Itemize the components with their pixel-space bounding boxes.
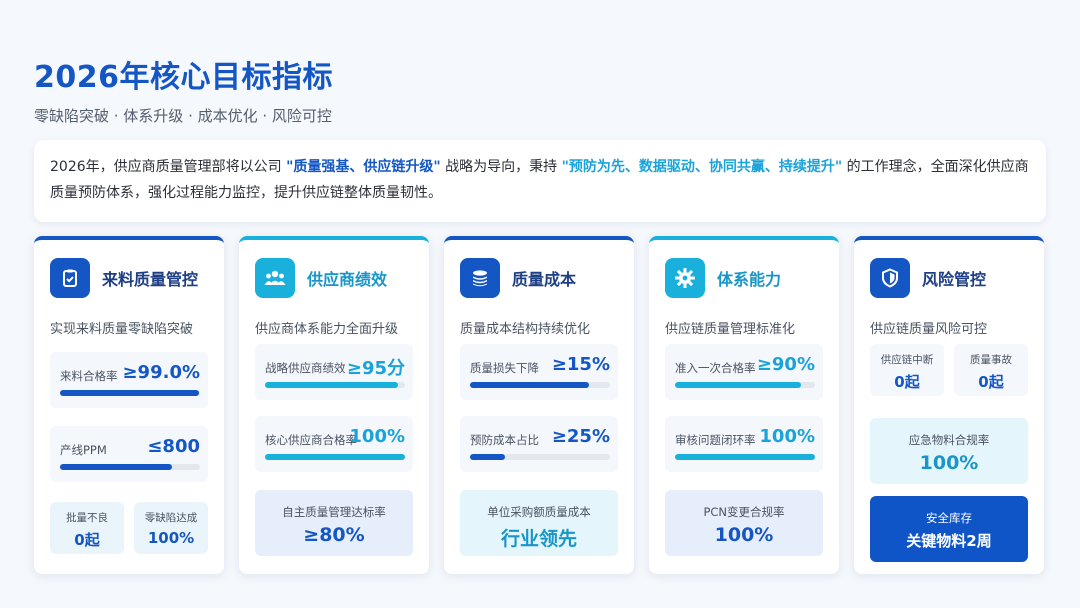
card-header: 来料质量管控: [50, 258, 198, 298]
card-header: 体系能力: [665, 258, 781, 298]
clipboard-check-icon: [50, 258, 90, 298]
metric-row: 质量损失下降 ≥15%: [460, 344, 618, 400]
highlight-box: 自主质量管理达标率 ≥80%: [255, 490, 413, 556]
coins-icon: [460, 258, 500, 298]
metric-row: 战略供应商绩效 ≥95分: [255, 344, 413, 400]
progress-track: [470, 454, 610, 460]
card-risk-control: 风险管控 供应链质量风险可控 供应链中断 0起 质量事故 0起 应急物料合规率 …: [854, 236, 1044, 574]
metric-row: 来料合格率 ≥99.0%: [50, 352, 208, 408]
mini-stat-label: 零缺陷达成: [144, 512, 198, 524]
highlight-value: ≥80%: [303, 524, 365, 546]
safety-stock-box: 安全库存 关键物料2周: [870, 496, 1028, 562]
highlight-value: 100%: [714, 524, 774, 546]
metric-row: 核心供应商合格率 100%: [255, 416, 413, 472]
progress-track: [675, 454, 815, 460]
card-header: 质量成本: [460, 258, 576, 298]
metric-value: ≥95分: [346, 358, 405, 379]
card-desc: 供应商体系能力全面升级: [255, 322, 399, 337]
progress-track: [265, 382, 405, 388]
progress-fill: [265, 454, 405, 460]
metric-label: 产线PPM: [60, 443, 107, 457]
intro-text: 战略为导向，秉持: [440, 159, 562, 175]
card-desc: 供应链质量管理标准化: [665, 322, 796, 337]
metric-label: 预防成本占比: [470, 433, 539, 447]
progress-track: [60, 390, 200, 396]
metric-value: 100%: [349, 426, 405, 447]
progress-fill: [675, 454, 815, 460]
card-desc: 实现来料质量零缺陷突破: [50, 322, 194, 337]
card-desc: 供应链质量风险可控: [870, 322, 988, 337]
progress-fill: [470, 454, 505, 460]
card-title: 体系能力: [717, 270, 782, 289]
page-title: 2026年核心目标指标: [34, 60, 333, 95]
metric-row: 产线PPM ≤800: [50, 426, 208, 482]
highlight-box: PCN变更合规率 100%: [665, 490, 823, 556]
progress-track: [675, 382, 815, 388]
highlight-label: 应急物料合规率: [908, 433, 990, 447]
progress-fill: [60, 464, 172, 470]
highlight-label: 单位采购额质量成本: [487, 505, 591, 519]
highlight-box: 应急物料合规率 100%: [870, 418, 1028, 484]
card-system-capability: 体系能力 供应链质量管理标准化 准入一次合格率 ≥90% 审核问题闭环率 100…: [649, 236, 839, 574]
metric-row: 预防成本占比 ≥25%: [460, 416, 618, 472]
card-title: 质量成本: [512, 270, 577, 289]
metric-label: 来料合格率: [60, 369, 118, 383]
highlight-label: 自主质量管理达标率: [282, 505, 386, 519]
highlight-value: 行业领先: [500, 528, 577, 550]
progress-track: [470, 382, 610, 388]
mini-stat-label: 供应链中断: [880, 354, 934, 366]
highlight-box: 单位采购额质量成本 行业领先: [460, 490, 618, 556]
intro-panel: 2026年，供应商质量管理部将以公司 "质量强基、供应链升级" 战略为导向，秉持…: [34, 140, 1046, 222]
mini-stat: 零缺陷达成 100%: [134, 502, 208, 554]
mini-stat-label: 批量不良: [66, 512, 108, 524]
card-header: 风险管控: [870, 258, 986, 298]
gear-icon: [665, 258, 705, 298]
mini-stat-label: 质量事故: [970, 354, 1012, 366]
progress-track: [265, 454, 405, 460]
intro-highlight-philosophy: "预防为先、数据驱动、协同共赢、持续提升": [561, 159, 843, 175]
highlight-value: 100%: [919, 452, 979, 474]
metric-value: ≥25%: [551, 426, 610, 447]
card-quality-cost: 质量成本 质量成本结构持续优化 质量损失下降 ≥15% 预防成本占比 ≥25% …: [444, 236, 634, 574]
card-title: 供应商绩效: [307, 270, 388, 289]
metric-label: 核心供应商合格率: [265, 433, 357, 447]
highlight-value: 关键物料2周: [906, 532, 992, 550]
users-icon: [255, 258, 295, 298]
highlight-label: 安全库存: [926, 511, 972, 525]
shield-icon: [870, 258, 910, 298]
metric-value: ≥90%: [756, 354, 815, 375]
mini-stat-value: 0起: [74, 531, 100, 549]
metric-value: 100%: [759, 426, 815, 447]
mini-stat-value: 0起: [894, 373, 920, 391]
page-subtitle: 零缺陷突破 · 体系升级 · 成本优化 · 风险可控: [34, 107, 332, 125]
metric-label: 战略供应商绩效: [265, 361, 346, 375]
progress-fill: [675, 382, 801, 388]
mini-stat: 供应链中断 0起: [870, 344, 944, 396]
metric-value: ≤800: [147, 436, 200, 457]
metric-row: 审核问题闭环率 100%: [665, 416, 823, 472]
intro-text: 2026年，供应商质量管理部将以公司: [50, 159, 287, 175]
card-title: 风险管控: [922, 270, 987, 289]
metric-row: 准入一次合格率 ≥90%: [665, 344, 823, 400]
card-supplier-performance: 供应商绩效 供应商体系能力全面升级 战略供应商绩效 ≥95分 核心供应商合格率 …: [239, 236, 429, 574]
progress-fill: [60, 390, 199, 396]
card-incoming-quality: 来料质量管控 实现来料质量零缺陷突破 来料合格率 ≥99.0% 产线PPM ≤8…: [34, 236, 224, 574]
card-header: 供应商绩效: [255, 258, 387, 298]
progress-track: [60, 464, 200, 470]
mini-stat-value: 0起: [978, 373, 1004, 391]
metric-value: ≥15%: [551, 354, 610, 375]
metric-value: ≥99.0%: [122, 362, 200, 383]
mini-stat: 批量不良 0起: [50, 502, 124, 554]
metric-label: 审核问题闭环率: [675, 433, 756, 447]
intro-highlight-strategy: "质量强基、供应链升级": [286, 159, 441, 175]
metric-label: 质量损失下降: [470, 361, 539, 375]
progress-fill: [265, 382, 398, 388]
card-title: 来料质量管控: [102, 270, 199, 289]
metric-label: 准入一次合格率: [675, 361, 756, 375]
progress-fill: [470, 382, 589, 388]
mini-stat-value: 100%: [147, 529, 195, 547]
card-desc: 质量成本结构持续优化: [460, 322, 591, 337]
highlight-label: PCN变更合规率: [703, 505, 785, 519]
mini-stat: 质量事故 0起: [954, 344, 1028, 396]
